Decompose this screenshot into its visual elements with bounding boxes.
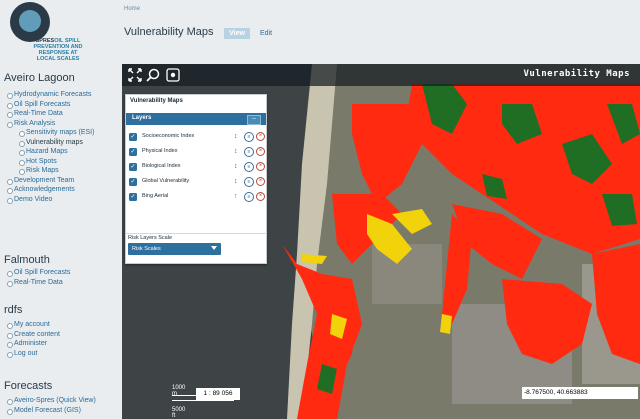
aveiro-menu: Hydrodynamic Forecasts Oil Spill Forecas… <box>4 90 94 204</box>
logo-text: SPRESOIL SPILL PREVENTION AND RESPONSE A… <box>33 38 83 62</box>
section-title-forecasts: Forecasts <box>4 380 53 392</box>
reorder-icon[interactable]: ↕ <box>234 132 238 141</box>
logo-globe-icon <box>10 2 50 42</box>
menu-item-falmouth-oil-spill[interactable]: Oil Spill Forecasts <box>4 268 70 278</box>
menu-item-hydrodynamic-forecasts[interactable]: Hydrodynamic Forecasts <box>4 90 94 100</box>
reorder-icon[interactable]: ↕ <box>234 162 238 171</box>
menu-item-administer[interactable]: Administer <box>4 339 60 349</box>
reorder-icon[interactable]: ↑ <box>234 192 238 201</box>
layer-name: Biological Index <box>142 163 181 169</box>
panel-divider <box>126 233 266 234</box>
layer-style-icon[interactable]: ≡ <box>244 132 254 142</box>
scale-imperial: 5000 ft <box>172 407 186 419</box>
menu-item-risk-maps[interactable]: Risk Maps <box>4 166 94 176</box>
layer-checkbox[interactable]: ✓ <box>129 163 137 171</box>
section-title-rdfs: rdfs <box>4 304 23 316</box>
remove-layer-icon[interactable]: × <box>256 177 265 186</box>
layers-header: Layers – <box>126 113 266 125</box>
menu-item-log-out[interactable]: Log out <box>4 349 60 359</box>
menu-item-falmouth-real-time[interactable]: Real-Time Data <box>4 278 70 288</box>
chevron-down-icon <box>211 246 217 250</box>
menu-item-sensitivity-maps[interactable]: Sensitivity maps (ESI) <box>4 128 94 138</box>
layer-row: ✓ Global Vulnerability ↕ ≡ × <box>126 176 266 190</box>
remove-layer-icon[interactable]: × <box>256 192 265 201</box>
menu-item-my-account[interactable]: My account <box>4 320 60 330</box>
falmouth-menu: Oil Spill Forecasts Real-Time Data <box>4 268 70 287</box>
layer-row: ✓ Socioeconomic Index ↕ ≡ × <box>126 131 266 145</box>
remove-layer-icon[interactable]: × <box>256 162 265 171</box>
risk-scales-dropdown[interactable]: Risk Scales <box>128 243 221 255</box>
menu-item-oil-spill-forecasts[interactable]: Oil Spill Forecasts <box>4 100 94 110</box>
forecasts-menu: Aveiro-Spres (Quick View) Model Forecast… <box>4 396 96 415</box>
mouse-coordinates: -8.767500, 40.663883 <box>522 387 638 399</box>
risk-scales-dropdown-label: Risk Scales <box>132 246 161 252</box>
remove-layer-icon[interactable]: × <box>256 147 265 156</box>
menu-item-demo-video[interactable]: Demo Video <box>4 195 94 205</box>
section-title-aveiro: Aveiro Lagoon <box>4 72 75 84</box>
menu-item-create-content[interactable]: Create content <box>4 330 60 340</box>
layer-style-icon[interactable]: ≡ <box>244 147 254 157</box>
page-title: Vulnerability Maps <box>124 26 214 38</box>
menu-item-acknowledgements[interactable]: Acknowledgements <box>4 185 94 195</box>
layer-name: Socioeconomic Index <box>142 133 195 139</box>
user-menu: My account Create content Administer Log… <box>4 320 60 358</box>
scale-ratio: 1 : 89 056 <box>196 388 240 400</box>
menu-item-development-team[interactable]: Development Team <box>4 176 94 186</box>
layer-name: Global Vulnerability <box>142 178 190 184</box>
expand-icon[interactable] <box>128 68 142 82</box>
layer-style-icon[interactable]: ≡ <box>244 192 254 202</box>
zoom-search-icon[interactable] <box>146 68 160 82</box>
layer-row: ✓ Biological Index ↕ ≡ × <box>126 161 266 175</box>
layer-checkbox[interactable]: ✓ <box>129 133 137 141</box>
menu-item-model-forecast[interactable]: Model Forecast (GIS) <box>4 406 96 416</box>
menu-item-aveiro-spres[interactable]: Aveiro-Spres (Quick View) <box>4 396 96 406</box>
layer-name: Physical Index <box>142 148 178 154</box>
map-viewer[interactable]: Vulnerability Maps Vulnerability Maps La… <box>122 64 640 419</box>
menu-item-hazard-maps[interactable]: Hazard Maps <box>4 147 94 157</box>
reorder-icon[interactable]: ↕ <box>234 147 238 156</box>
remove-layer-icon[interactable]: × <box>256 132 265 141</box>
layer-switcher-panel: Vulnerability Maps Layers – ✓ Socioecono… <box>125 94 267 264</box>
menu-item-hot-spots[interactable]: Hot Spots <box>4 157 94 167</box>
layer-checkbox[interactable]: ✓ <box>129 193 137 201</box>
panel-title: Vulnerability Maps <box>130 98 183 104</box>
layers-header-label: Layers <box>132 115 152 121</box>
map-title: Vulnerability Maps <box>523 69 630 79</box>
menu-item-vulnerability-maps[interactable]: Vulnerability maps <box>4 138 94 148</box>
section-title-falmouth: Falmouth <box>4 254 50 266</box>
tab-view[interactable]: View <box>224 28 250 39</box>
layer-style-icon[interactable]: ≡ <box>244 177 254 187</box>
risk-layers-scale-label: Risk Layers Scale <box>128 235 173 241</box>
sidebar: SPRESOIL SPILL PREVENTION AND RESPONSE A… <box>0 0 118 419</box>
breadcrumb[interactable]: Home <box>124 6 140 12</box>
layer-checkbox[interactable]: ✓ <box>129 178 137 186</box>
collapse-button[interactable]: – <box>247 115 261 125</box>
tab-edit[interactable]: Edit <box>260 28 272 39</box>
menu-item-risk-analysis[interactable]: Risk Analysis <box>4 119 94 129</box>
menu-item-real-time-data[interactable]: Real-Time Data <box>4 109 94 119</box>
layer-row: ✓ Bing Aerial ↑ ≡ × <box>126 191 266 205</box>
layer-name: Bing Aerial <box>142 193 169 199</box>
reorder-icon[interactable]: ↕ <box>234 177 238 186</box>
layer-row: ✓ Physical Index ↕ ≡ × <box>126 146 266 160</box>
target-icon[interactable] <box>166 68 180 82</box>
spres-logo[interactable]: SPRESOIL SPILL PREVENTION AND RESPONSE A… <box>2 2 114 66</box>
layer-checkbox[interactable]: ✓ <box>129 148 137 156</box>
layer-style-icon[interactable]: ≡ <box>244 162 254 172</box>
